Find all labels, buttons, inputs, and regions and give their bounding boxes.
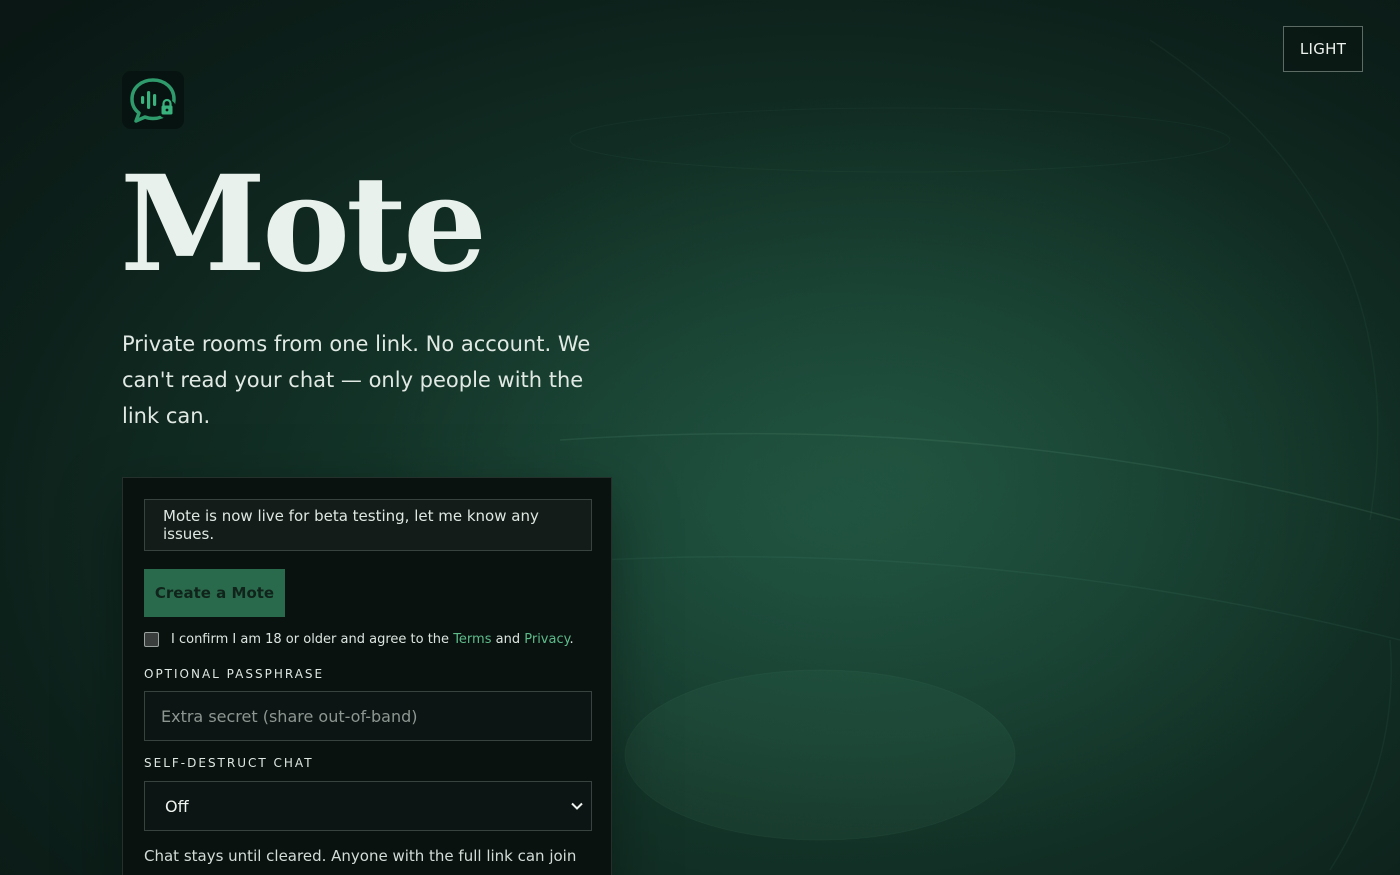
age-consent-checkbox[interactable] (144, 632, 159, 647)
app-title: Mote (120, 147, 487, 302)
passphrase-label: OPTIONAL PASSPHRASE (144, 667, 325, 681)
beta-notice: Mote is now live for beta testing, let m… (144, 499, 592, 551)
self-destruct-help: Chat stays until cleared. Anyone with th… (144, 847, 577, 865)
create-card: Mote is now live for beta testing, let m… (122, 477, 612, 875)
chat-bubble-lock-icon (130, 78, 177, 123)
consent-suffix: . (569, 632, 574, 647)
self-destruct-select[interactable]: Off (144, 781, 592, 831)
consent-text: I confirm I am 18 or older and agree to … (171, 632, 574, 647)
app-logo (122, 71, 184, 129)
consent-prefix: I confirm I am 18 or older and agree to … (171, 632, 450, 647)
tagline: Private rooms from one link. No account.… (122, 332, 591, 428)
privacy-link[interactable]: Privacy (524, 632, 569, 647)
passphrase-input[interactable]: Extra secret (share out-of-band) (144, 691, 592, 741)
self-destruct-value: Off (165, 796, 189, 816)
terms-link[interactable]: Terms (453, 632, 491, 647)
age-consent: I confirm I am 18 or older and agree to … (144, 632, 574, 647)
create-mote-button[interactable]: Create a Mote (144, 569, 285, 617)
consent-and: and (495, 632, 521, 647)
theme-toggle-button[interactable]: LIGHT (1283, 26, 1363, 72)
self-destruct-label: SELF-DESTRUCT CHAT (144, 756, 314, 770)
chevron-down-icon (571, 802, 583, 810)
